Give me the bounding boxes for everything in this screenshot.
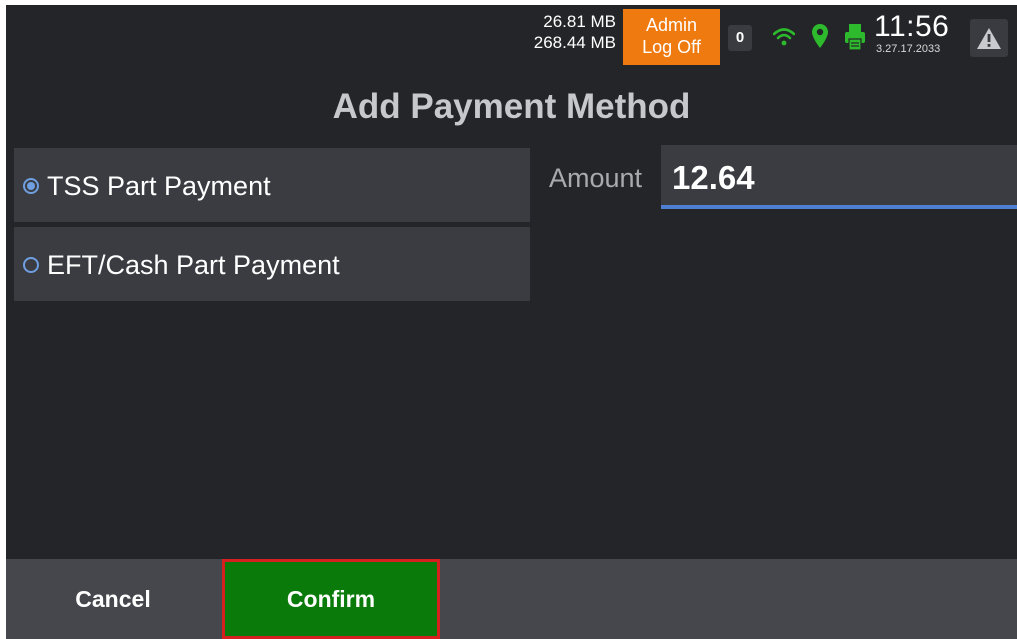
amount-label: Amount [549, 163, 643, 193]
cancel-button[interactable]: Cancel [6, 559, 220, 639]
memory-used: 26.81 MB [543, 12, 616, 31]
payment-option-tss[interactable]: TSS Part Payment [14, 148, 530, 222]
admin-button-line2: Log Off [642, 37, 701, 57]
payment-option-label: EFT/Cash Part Payment [47, 250, 340, 280]
warning-button[interactable] [970, 19, 1008, 57]
payment-option-label: TSS Part Payment [47, 171, 271, 201]
admin-log-off-button[interactable]: Admin Log Off [623, 9, 720, 65]
radio-unselected-icon[interactable] [23, 257, 39, 273]
amount-input[interactable]: 12.64 [661, 145, 1017, 209]
clock-time: 11:56 [874, 10, 950, 43]
memory-total: 268.44 MB [533, 33, 616, 52]
warning-icon [977, 28, 1001, 49]
page-title: Add Payment Method [332, 87, 691, 126]
confirm-button[interactable]: Confirm [222, 559, 440, 639]
version-label: 3.27.17.2033 [876, 43, 941, 55]
app-screen: 26.81 MB 268.44 MB Admin Log Off 0 11:56 [6, 5, 1017, 639]
payment-option-eft-cash[interactable]: EFT/Cash Part Payment [14, 227, 530, 301]
admin-button-line1: Admin [645, 15, 698, 35]
printer-icon [845, 24, 865, 51]
memory-readout: 26.81 MB 268.44 MB [486, 11, 616, 53]
action-bar: Cancel Confirm [6, 559, 1017, 639]
location-pin-icon [812, 24, 828, 48]
notification-count-badge[interactable]: 0 [728, 25, 752, 51]
status-bar: 26.81 MB 268.44 MB Admin Log Off 0 11:56 [6, 5, 1017, 67]
clock: 11:56 3.27.17.2033 [874, 10, 964, 56]
radio-selected-icon[interactable] [23, 178, 39, 194]
wifi-icon [773, 28, 795, 46]
